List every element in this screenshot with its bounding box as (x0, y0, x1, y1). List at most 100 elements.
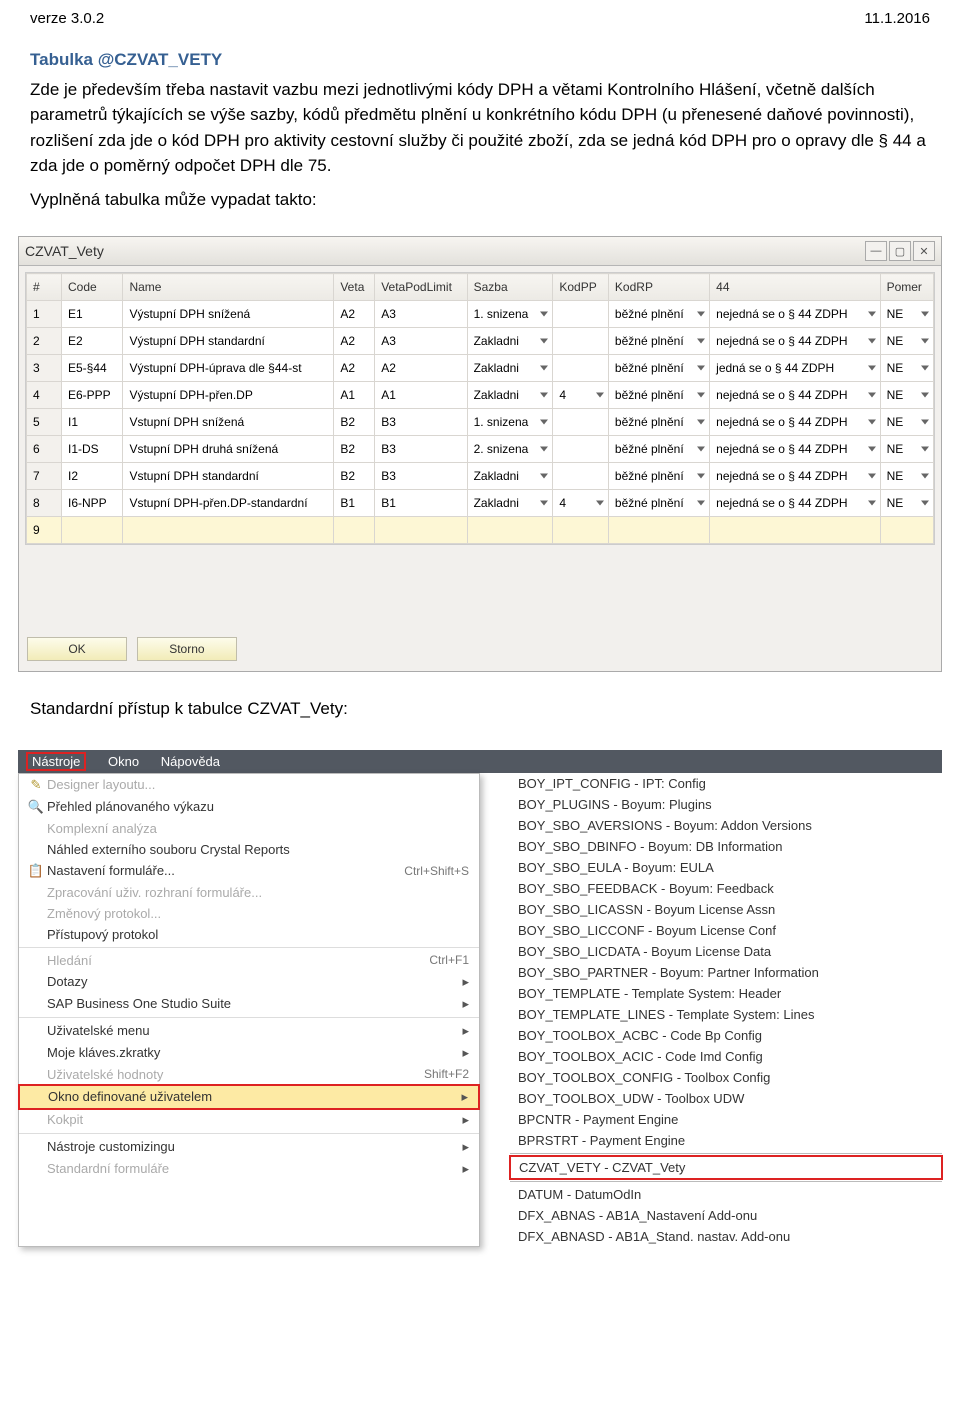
dropdown-caret-icon[interactable] (697, 447, 705, 452)
table-row[interactable]: 5I1Vstupní DPH sníženáB2B31. snizenaběžn… (27, 409, 934, 436)
storno-button[interactable]: Storno (137, 637, 237, 661)
dropdown-caret-icon[interactable] (540, 501, 548, 506)
dropdown-caret-icon[interactable] (868, 393, 876, 398)
cell[interactable] (710, 517, 880, 544)
cell[interactable] (553, 463, 609, 490)
cell[interactable] (123, 517, 334, 544)
submenu-item[interactable]: BPRSTRT - Payment Engine (510, 1130, 942, 1151)
cell[interactable]: A3 (375, 301, 467, 328)
window-maximize-button[interactable]: ▢ (889, 241, 911, 261)
dropdown-caret-icon[interactable] (540, 474, 548, 479)
submenu-item[interactable]: BOY_TEMPLATE - Template System: Header (510, 983, 942, 1004)
submenu-item[interactable]: BOY_TOOLBOX_UDW - Toolbox UDW (510, 1088, 942, 1109)
table-row[interactable]: 2E2Výstupní DPH standardníA2A3Zakladnibě… (27, 328, 934, 355)
cell[interactable]: A1 (334, 382, 375, 409)
cell[interactable]: běžné plnění (608, 409, 709, 436)
submenu-item[interactable]: BOY_TOOLBOX_CONFIG - Toolbox Config (510, 1067, 942, 1088)
dropdown-caret-icon[interactable] (921, 339, 929, 344)
table-row[interactable]: 9 (27, 517, 934, 544)
cell[interactable]: A3 (375, 328, 467, 355)
submenu-item[interactable]: BOY_IPT_CONFIG - IPT: Config (510, 773, 942, 794)
cell[interactable]: B1 (375, 490, 467, 517)
menu-item[interactable]: Náhled externího souboru Crystal Reports (19, 839, 479, 860)
cell[interactable]: nejedná se o § 44 ZDPH (710, 490, 880, 517)
menu-item[interactable]: Okno definované uživatelem▸ (18, 1084, 480, 1110)
cell[interactable]: E5-§44 (62, 355, 123, 382)
submenu-item[interactable]: BOY_PLUGINS - Boyum: Plugins (510, 794, 942, 815)
cell[interactable]: běžné plnění (608, 490, 709, 517)
cell[interactable]: E6-PPP (62, 382, 123, 409)
dropdown-caret-icon[interactable] (697, 393, 705, 398)
cell[interactable]: B3 (375, 463, 467, 490)
col-header[interactable]: KodRP (608, 274, 709, 301)
dropdown-caret-icon[interactable] (540, 339, 548, 344)
cell[interactable]: Výstupní DPH-přen.DP (123, 382, 334, 409)
dropdown-caret-icon[interactable] (697, 474, 705, 479)
menu-item[interactable]: Dotazy▸ (19, 971, 479, 993)
dropdown-caret-icon[interactable] (596, 501, 604, 506)
cell[interactable] (334, 517, 375, 544)
cell[interactable]: A2 (334, 328, 375, 355)
cell[interactable] (553, 328, 609, 355)
dropdown-caret-icon[interactable] (540, 420, 548, 425)
cell[interactable]: nejedná se o § 44 ZDPH (710, 382, 880, 409)
submenu-item[interactable]: DFX_ABNAS - AB1A_Nastavení Add-onu (510, 1205, 942, 1226)
cell[interactable]: nejedná se o § 44 ZDPH (710, 301, 880, 328)
col-header[interactable]: KodPP (553, 274, 609, 301)
cell[interactable]: I1 (62, 409, 123, 436)
dropdown-caret-icon[interactable] (868, 339, 876, 344)
cell[interactable]: běžné plnění (608, 436, 709, 463)
cell[interactable]: B1 (334, 490, 375, 517)
cell[interactable]: Výstupní DPH-úprava dle §44-st (123, 355, 334, 382)
cell[interactable]: 1. snizena (467, 409, 553, 436)
cell[interactable]: Zakladni (467, 490, 553, 517)
cell[interactable]: Vstupní DPH standardní (123, 463, 334, 490)
dropdown-caret-icon[interactable] (921, 393, 929, 398)
cell[interactable]: E1 (62, 301, 123, 328)
cell[interactable]: B2 (334, 463, 375, 490)
cell[interactable]: Zakladni (467, 382, 553, 409)
cell[interactable]: Vstupní DPH-přen.DP-standardní (123, 490, 334, 517)
cell[interactable]: nejedná se o § 44 ZDPH (710, 409, 880, 436)
submenu-item[interactable]: BOY_SBO_DBINFO - Boyum: DB Information (510, 836, 942, 857)
submenu-item[interactable]: BOY_SBO_FEEDBACK - Boyum: Feedback (510, 878, 942, 899)
dropdown-caret-icon[interactable] (540, 447, 548, 452)
table-row[interactable]: 8I6-NPPVstupní DPH-přen.DP-standardníB1B… (27, 490, 934, 517)
cell[interactable]: A2 (334, 355, 375, 382)
cell[interactable]: B2 (334, 436, 375, 463)
cell[interactable]: NE (880, 463, 933, 490)
cell[interactable]: A2 (334, 301, 375, 328)
cell[interactable]: Vstupní DPH druhá snížená (123, 436, 334, 463)
cell[interactable]: NE (880, 382, 933, 409)
dropdown-caret-icon[interactable] (540, 312, 548, 317)
cell[interactable]: Zakladni (467, 328, 553, 355)
cell[interactable]: I6-NPP (62, 490, 123, 517)
dropdown-caret-icon[interactable] (697, 501, 705, 506)
cell[interactable] (553, 436, 609, 463)
cell[interactable]: B3 (375, 436, 467, 463)
cell[interactable]: nejedná se o § 44 ZDPH (710, 328, 880, 355)
dropdown-caret-icon[interactable] (540, 393, 548, 398)
cell[interactable]: běžné plnění (608, 463, 709, 490)
table-row[interactable]: 4E6-PPPVýstupní DPH-přen.DPA1A1Zakladni4… (27, 382, 934, 409)
cell[interactable] (553, 355, 609, 382)
submenu-item[interactable]: BOY_TOOLBOX_ACIC - Code Imd Config (510, 1046, 942, 1067)
submenu-item[interactable]: BOY_SBO_LICDATA - Boyum License Data (510, 941, 942, 962)
dropdown-caret-icon[interactable] (921, 474, 929, 479)
dropdown-caret-icon[interactable] (921, 447, 929, 452)
submenu-item[interactable]: DATUM - DatumOdIn (510, 1184, 942, 1205)
cell[interactable]: Výstupní DPH snížená (123, 301, 334, 328)
submenu-item[interactable]: DFX_ABNASD - AB1A_Stand. nastav. Add-onu (510, 1226, 942, 1247)
cell[interactable] (880, 517, 933, 544)
cell[interactable] (553, 301, 609, 328)
col-header[interactable]: Veta (334, 274, 375, 301)
menu-tools[interactable]: Nástroje (26, 752, 86, 771)
dropdown-caret-icon[interactable] (697, 420, 705, 425)
col-header[interactable]: 44 (710, 274, 880, 301)
cell[interactable]: běžné plnění (608, 382, 709, 409)
cell[interactable]: NE (880, 436, 933, 463)
cell[interactable]: E2 (62, 328, 123, 355)
menu-item[interactable]: Moje kláves.zkratky▸ (19, 1042, 479, 1064)
dropdown-caret-icon[interactable] (697, 339, 705, 344)
dropdown-caret-icon[interactable] (697, 312, 705, 317)
